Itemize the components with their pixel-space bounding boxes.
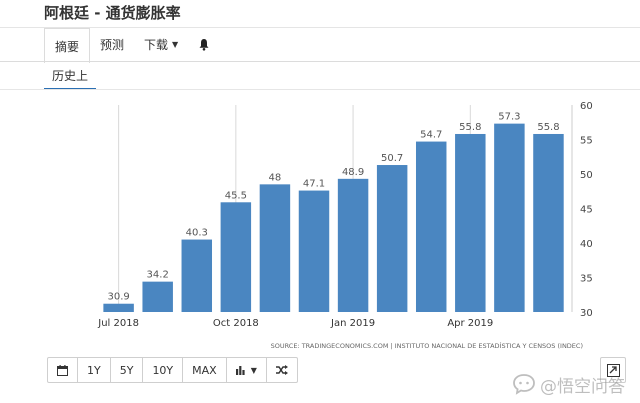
range-10y-button[interactable]: 10Y: [143, 358, 184, 382]
data-label: 57.3: [498, 112, 520, 123]
data-label: 48: [269, 172, 282, 183]
y-tick-label: 55: [580, 136, 593, 147]
watermark-text: @悟空问答: [540, 376, 625, 397]
range-max-button[interactable]: MAX: [183, 358, 227, 382]
bar: [259, 184, 291, 312]
bar-chart-icon: [235, 366, 245, 375]
y-tick-label: 40: [580, 239, 593, 250]
caret-down-icon: ▼: [250, 365, 257, 375]
calendar-icon: [57, 364, 68, 376]
x-tick-label: Oct 2018: [213, 318, 259, 329]
y-tick-label: 45: [580, 205, 593, 216]
data-label: 48.9: [342, 167, 364, 178]
bar: [337, 178, 369, 312]
inflation-chart: 30.9 34.2 40.3 45.5 48 47.1 48.9 50.7 54.7 55.8 57…: [97, 101, 593, 350]
bar: [415, 141, 447, 312]
data-label: 55.8: [537, 122, 559, 133]
bar: [220, 202, 252, 312]
chart-type-button[interactable]: ▼: [227, 358, 267, 382]
x-tick-label: Jan 2019: [330, 318, 375, 329]
bar: [103, 303, 134, 312]
data-label: 55.8: [459, 122, 481, 133]
bar: [494, 123, 525, 312]
bar: [181, 239, 213, 312]
chart-toolbar: 1Y 5Y 10Y MAX ▼: [47, 357, 298, 383]
shuffle-button[interactable]: [267, 358, 297, 382]
bar: [142, 281, 173, 312]
data-label: 34.2: [147, 270, 169, 281]
bar: [533, 133, 564, 312]
bar: [376, 165, 408, 312]
bar: [455, 133, 486, 312]
shuffle-icon: [275, 365, 288, 375]
data-label: 40.3: [186, 228, 208, 239]
y-tick-label: 50: [580, 170, 593, 181]
data-label: 54.7: [420, 130, 442, 141]
y-tick-label: 35: [580, 274, 593, 285]
y-tick-label: 60: [580, 101, 593, 112]
data-label: 47.1: [303, 179, 325, 190]
source-text: SOURCE: TRADINGECONOMICS.COM | INSTITUTO…: [271, 341, 583, 350]
y-tick-label: 30: [580, 308, 593, 319]
range-1y-button[interactable]: 1Y: [78, 358, 111, 382]
calendar-button[interactable]: [48, 358, 78, 382]
bar: [298, 190, 330, 312]
x-tick-label: Jul 2018: [97, 318, 139, 329]
watermark: @悟空问答: [512, 369, 625, 399]
range-5y-button[interactable]: 5Y: [111, 358, 144, 382]
data-label: 30.9: [107, 292, 129, 303]
chat-bubble-icon: [513, 374, 535, 395]
data-label: 50.7: [381, 153, 403, 164]
x-tick-label: Apr 2019: [447, 318, 493, 329]
data-label: 45.5: [225, 190, 247, 201]
